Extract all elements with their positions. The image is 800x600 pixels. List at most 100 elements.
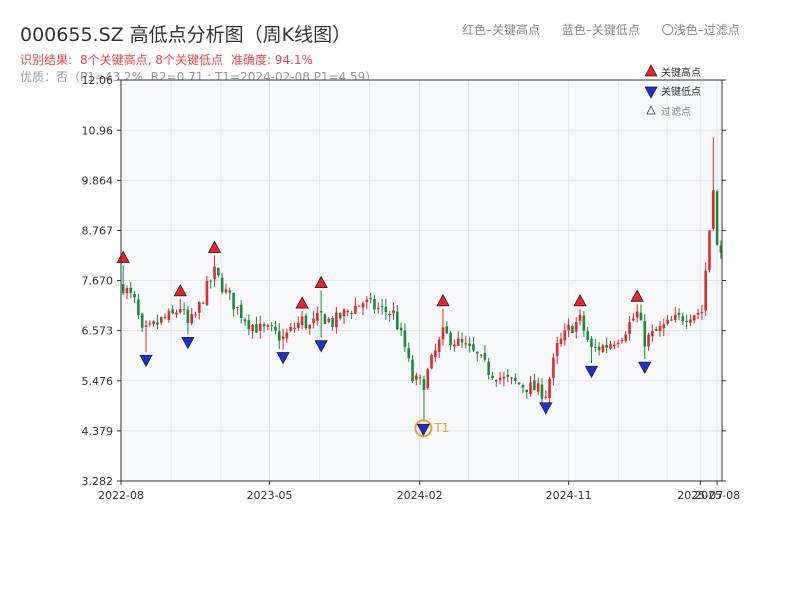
candle-body — [662, 324, 666, 329]
candle-body — [373, 299, 376, 310]
candle-body — [647, 334, 650, 347]
candle-body — [384, 306, 388, 313]
candle-body — [525, 389, 529, 393]
candle-body — [582, 315, 586, 331]
candle-body — [479, 354, 483, 356]
candle-body — [620, 339, 624, 342]
candle-body — [677, 312, 681, 316]
y-tick-label: 10.96 — [82, 124, 114, 137]
candle-body — [574, 322, 578, 332]
candle-body — [152, 321, 155, 325]
candle-body — [597, 346, 601, 351]
candle-body — [380, 306, 384, 308]
candle-body — [148, 323, 152, 325]
candle-body — [692, 315, 696, 321]
candle-body — [635, 311, 639, 318]
candle-body — [262, 324, 266, 327]
candle-body — [251, 324, 254, 332]
candle-body — [266, 325, 270, 327]
candle-body — [441, 327, 445, 340]
y-tick-label: 3.282 — [82, 475, 114, 488]
candle-body — [670, 319, 673, 321]
candle-body — [163, 316, 167, 318]
candle-body — [544, 397, 548, 399]
y-tick-label: 9.864 — [82, 174, 114, 187]
candle-body — [453, 344, 456, 347]
candle-body — [312, 318, 315, 323]
x-tick-label: 2025-08 — [694, 489, 740, 502]
candle-body — [403, 330, 407, 348]
candle-body — [198, 302, 201, 313]
x-tick-label: 2023-05 — [246, 489, 292, 502]
candle-body — [529, 382, 532, 395]
candle-body — [346, 311, 350, 313]
y-tick-label: 4.379 — [82, 425, 114, 438]
candle-body — [708, 230, 711, 271]
candle-body — [552, 357, 555, 378]
candle-body — [357, 305, 361, 307]
candle-body — [472, 344, 475, 351]
candle-body — [711, 190, 715, 229]
legend-high-label: 关键高点 — [661, 66, 701, 79]
candle-body — [651, 331, 654, 337]
candle-body — [658, 325, 662, 332]
candle-body — [673, 314, 677, 320]
candle-body — [426, 369, 430, 389]
candle-body — [468, 343, 471, 347]
candle-body — [601, 345, 605, 352]
candle-body — [239, 304, 243, 318]
candle-body — [300, 316, 304, 325]
candle-body — [285, 332, 289, 339]
candle-body — [418, 377, 422, 379]
candle-body — [681, 316, 685, 322]
legend-low-label: 关键低点 — [661, 85, 701, 98]
candle-body — [243, 319, 247, 322]
candle-body — [533, 380, 536, 391]
candle-body — [613, 344, 616, 347]
candle-body — [327, 318, 331, 323]
candle-body — [178, 309, 182, 313]
candle-body — [304, 315, 308, 329]
candle-body — [460, 338, 464, 343]
candle-body — [411, 359, 414, 382]
candle-body — [159, 316, 163, 323]
candle-body — [137, 299, 140, 316]
candle-body — [350, 312, 353, 314]
candle-body — [704, 270, 707, 311]
y-tick-label: 7.670 — [82, 275, 114, 288]
candle-body — [449, 332, 452, 346]
candle-body — [399, 327, 403, 331]
candle-body — [209, 280, 213, 282]
candle-body — [392, 310, 395, 314]
candle-body — [536, 383, 540, 392]
candle-body — [510, 377, 513, 379]
candle-body — [491, 375, 494, 379]
candle-body — [578, 314, 582, 321]
candle-body — [605, 344, 608, 348]
candle-body — [388, 313, 391, 315]
candle-body — [689, 319, 692, 323]
candle-body — [422, 379, 426, 391]
candle-body — [494, 380, 498, 382]
candle-body — [156, 322, 159, 325]
candle-body — [498, 377, 502, 381]
candle-body — [220, 277, 224, 293]
candle-body — [456, 338, 460, 346]
x-tick-label: 2022-08 — [98, 489, 144, 502]
candle-body — [281, 336, 285, 339]
candle-body — [190, 313, 194, 324]
x-tick-label: 2024-11 — [546, 489, 592, 502]
legend-filtered-label: 过滤点 — [661, 105, 691, 118]
candle-body — [228, 290, 232, 293]
candle-body — [232, 292, 235, 310]
candle-body — [639, 312, 643, 321]
candle-body — [125, 288, 129, 294]
candle-body — [643, 321, 647, 347]
candle-body — [361, 303, 365, 308]
y-tick-label: 6.573 — [82, 325, 114, 338]
candle-body — [201, 302, 205, 304]
candle-body — [133, 294, 136, 298]
candle-body — [437, 339, 441, 353]
candle-body — [586, 331, 589, 340]
candle-body — [483, 353, 487, 360]
